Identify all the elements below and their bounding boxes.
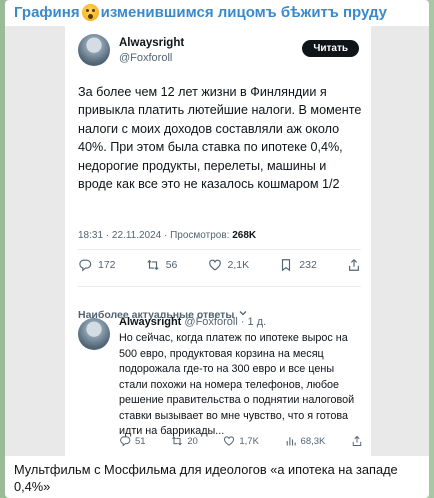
retweet-icon	[146, 258, 160, 272]
retweet-stat: 56	[146, 258, 178, 272]
reply-avatar	[78, 318, 110, 350]
channel-name-part1: Графиня	[14, 4, 80, 21]
divider	[78, 249, 361, 250]
tweet-meta: 18:31 · 22.11.2024 · Просмотров: 268K	[78, 230, 256, 241]
comment-icon	[119, 435, 131, 447]
reply-reply-count: 51	[135, 435, 146, 447]
channel-name-part2: изменившимся лицомъ бѣжитъ пруду	[100, 4, 388, 21]
author-handle: @Foxforoll	[119, 52, 173, 64]
tweet-time: 18:31 · 22.11.2024 · Просмотров:	[78, 230, 230, 241]
reply-views-stat: 68,3K	[285, 435, 326, 447]
divider	[78, 286, 361, 287]
avatar	[78, 34, 110, 66]
retweet-count: 56	[165, 259, 178, 271]
comment-icon	[78, 258, 92, 272]
tweet-card: Alwaysright @Foxforoll Читать За более ч…	[65, 26, 371, 456]
bookmark-stat: 232	[279, 258, 317, 272]
reply-like-stat: 1,7K	[223, 435, 259, 447]
reply-author-name: Alwaysright	[119, 316, 182, 328]
reply-count: 172	[98, 259, 116, 271]
reply-reply-stat: 51	[119, 435, 146, 447]
bookmark-icon	[279, 258, 293, 272]
retweet-icon	[171, 435, 183, 447]
reply-retweet-stat: 20	[171, 435, 198, 447]
reply-meta: @Foxforoll · 1 д.	[184, 316, 267, 328]
share-icon	[347, 258, 361, 272]
heart-icon	[208, 258, 222, 272]
share-icon	[351, 435, 363, 447]
tweet-header: Alwaysright @Foxforoll Читать	[78, 34, 361, 76]
share-stat	[347, 258, 361, 272]
read-button: Читать	[302, 40, 359, 57]
like-count: 2,1K	[227, 259, 250, 271]
heart-icon	[223, 435, 235, 447]
reply-stat: 172	[78, 258, 116, 272]
reply-actions: 51 20 1,7K 68,3K	[119, 435, 363, 447]
screenshot-image[interactable]: Alwaysright @Foxforoll Читать За более ч…	[5, 26, 429, 456]
astonished-face-emoji-icon	[81, 4, 99, 21]
views-chart-icon	[285, 435, 297, 447]
message-caption: Мультфильм с Мосфильма для идеологов «а …	[14, 462, 398, 494]
reply-retweet-count: 20	[187, 435, 198, 447]
reply-text: Но сейчас, когда платеж по ипотеке вырос…	[119, 332, 355, 437]
reply-views-count: 68,3K	[300, 435, 326, 447]
tweet-views: 268K	[232, 230, 257, 241]
reply-share-stat	[351, 435, 363, 447]
reply-like-count: 1,7K	[239, 435, 259, 447]
reply-header: Alwaysright @Foxforoll · 1 д.	[119, 316, 266, 328]
author-name: Alwaysright	[119, 37, 185, 49]
tweet-text: За более чем 12 лет жизни в Финляндии я …	[78, 85, 362, 192]
tweet-actions: 172 56 2,1K 232	[78, 258, 361, 272]
bookmark-count: 232	[299, 259, 317, 271]
like-stat: 2,1K	[208, 258, 250, 272]
channel-name[interactable]: Графиня изменившимся лицомъ бѣжитъ пруду	[14, 4, 387, 21]
